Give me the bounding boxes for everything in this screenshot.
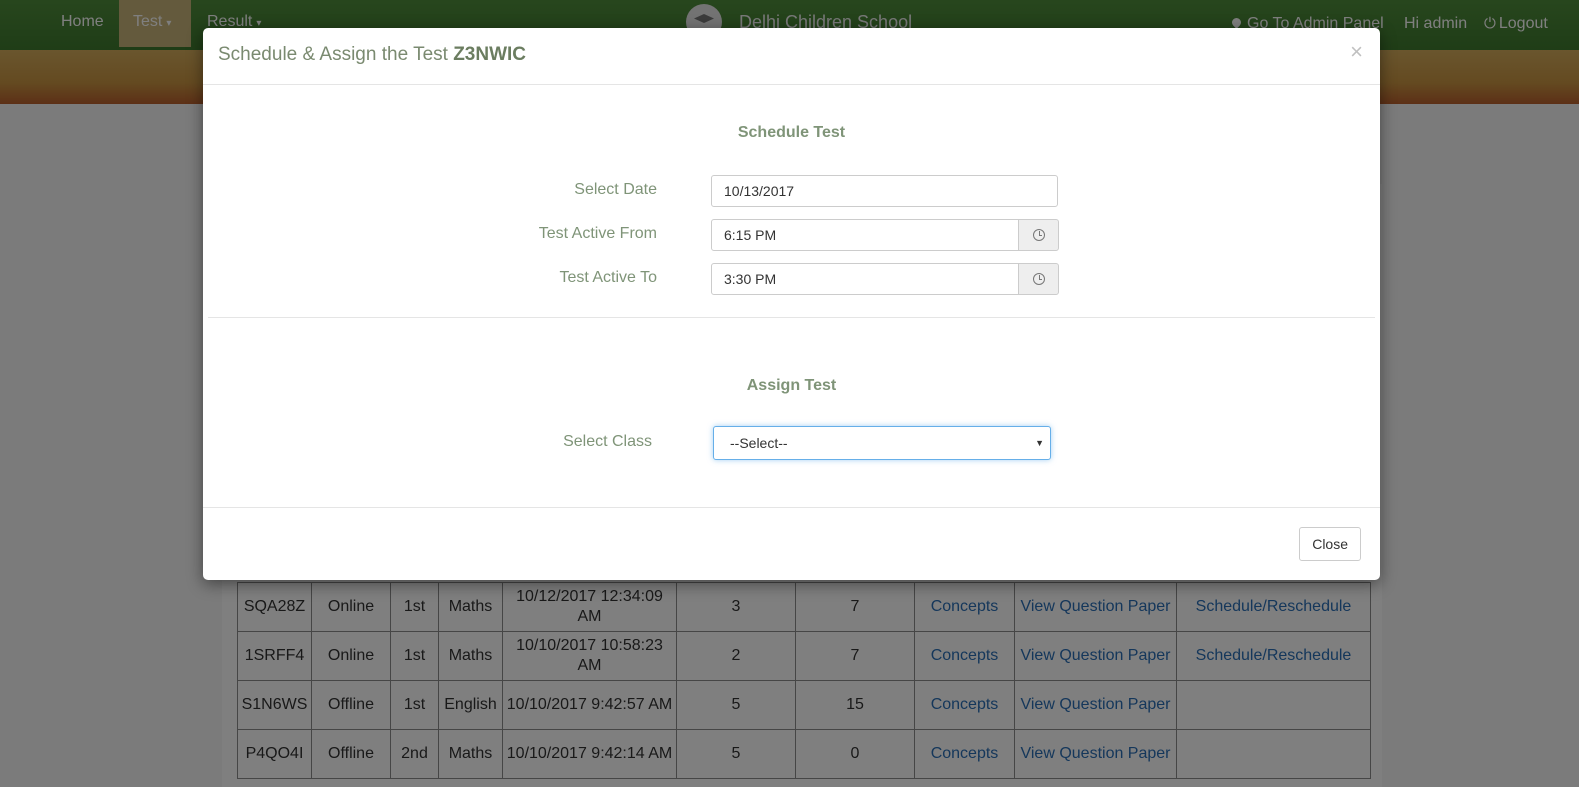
modal-title-text: Schedule & Assign the Test xyxy=(218,44,448,65)
schedule-assign-modal: Schedule & Assign the Test Z3NWIC × Sche… xyxy=(203,28,1380,580)
modal-footer-divider xyxy=(203,507,1380,508)
active-to-input[interactable]: 3:30 PM xyxy=(711,263,1019,295)
test-code: Z3NWIC xyxy=(453,44,527,65)
class-select-value: --Select-- xyxy=(730,435,788,451)
class-select[interactable]: --Select-- ▼ xyxy=(713,426,1051,460)
clock-icon xyxy=(1033,229,1045,241)
modal-header: Schedule & Assign the Test Z3NWIC × xyxy=(203,28,1380,85)
schedule-test-heading: Schedule Test xyxy=(737,124,846,141)
date-input[interactable]: 10/13/2017 xyxy=(711,175,1058,207)
test-active-from-label: Test Active From xyxy=(538,225,657,242)
active-from-clock-button[interactable] xyxy=(1018,219,1059,251)
select-date-label: Select Date xyxy=(574,181,657,198)
close-icon[interactable]: × xyxy=(1350,39,1363,65)
active-to-clock-button[interactable] xyxy=(1018,263,1059,295)
chevron-down-icon: ▼ xyxy=(1035,438,1044,448)
select-class-label: Select Class xyxy=(563,433,652,450)
clock-icon xyxy=(1033,273,1045,285)
active-from-input[interactable]: 6:15 PM xyxy=(711,219,1019,251)
close-button[interactable]: Close xyxy=(1299,527,1361,561)
test-active-to-label: Test Active To xyxy=(559,269,657,286)
section-divider xyxy=(208,317,1375,318)
modal-title: Schedule & Assign the Test Z3NWIC xyxy=(218,44,526,66)
assign-test-heading: Assign Test xyxy=(746,377,837,394)
